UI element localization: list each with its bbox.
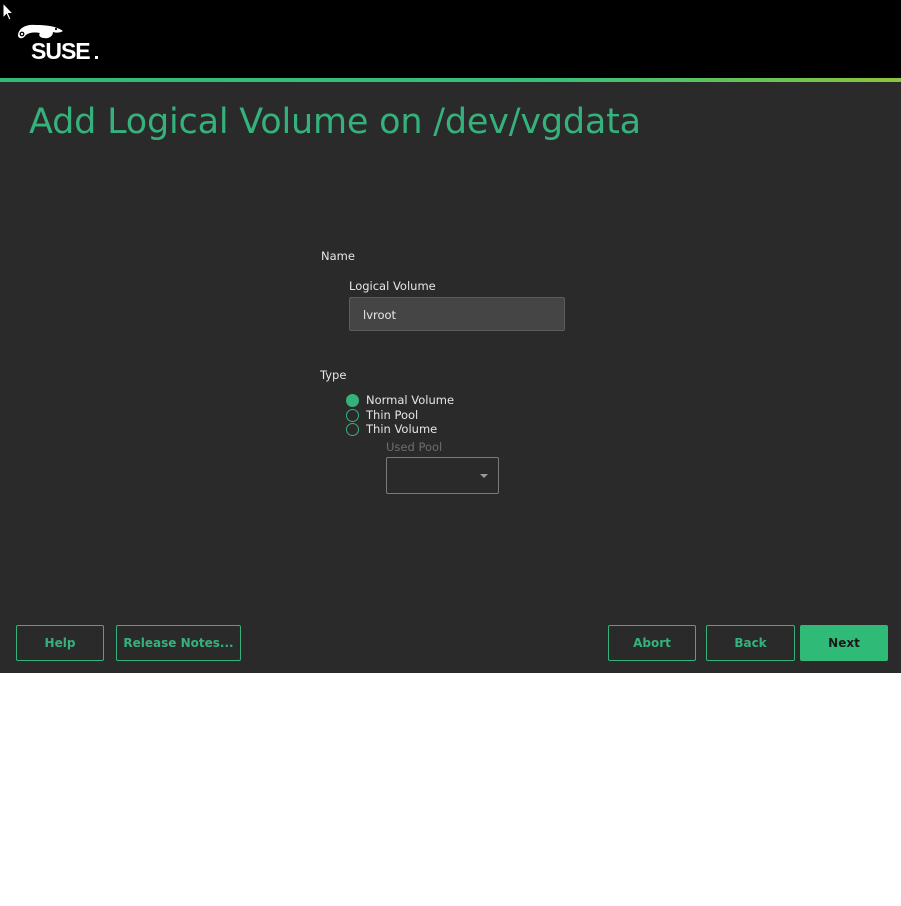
logical-volume-label: Logical Volume [349,279,436,293]
chevron-down-icon [480,474,488,478]
suse-wordmark: SUSE [31,38,91,64]
suse-logo: SUSE [16,22,106,66]
help-button[interactable]: Help [16,625,104,661]
page-title: Add Logical Volume on /dev/vgdata [29,102,641,142]
mouse-cursor-icon [2,2,15,21]
radio-label-thin-pool: Thin Pool [366,408,419,422]
radio-unchecked-icon[interactable] [346,423,359,436]
back-button[interactable]: Back [706,625,795,661]
header-accent-line [0,78,901,82]
abort-button[interactable]: Abort [608,625,696,661]
logo-dot [95,56,98,59]
used-pool-select [386,457,499,494]
radio-unchecked-icon[interactable] [346,409,359,422]
type-section-label: Type [320,368,347,382]
release-notes-button[interactable]: Release Notes... [116,625,241,661]
name-section-label: Name [321,249,355,263]
header-bar: SUSE [0,0,901,78]
radio-label-thin-volume: Thin Volume [366,422,438,436]
used-pool-label: Used Pool [386,440,443,454]
radio-label-normal-volume: Normal Volume [366,393,455,407]
installer-window: SUSE Add Logical Volume on /dev/vgdata N… [0,0,901,673]
logical-volume-input[interactable]: lvroot [349,297,565,331]
next-button[interactable]: Next [800,625,888,661]
logical-volume-label-text: Logical Volume [349,279,436,293]
radio-checked-icon[interactable] [346,394,359,407]
